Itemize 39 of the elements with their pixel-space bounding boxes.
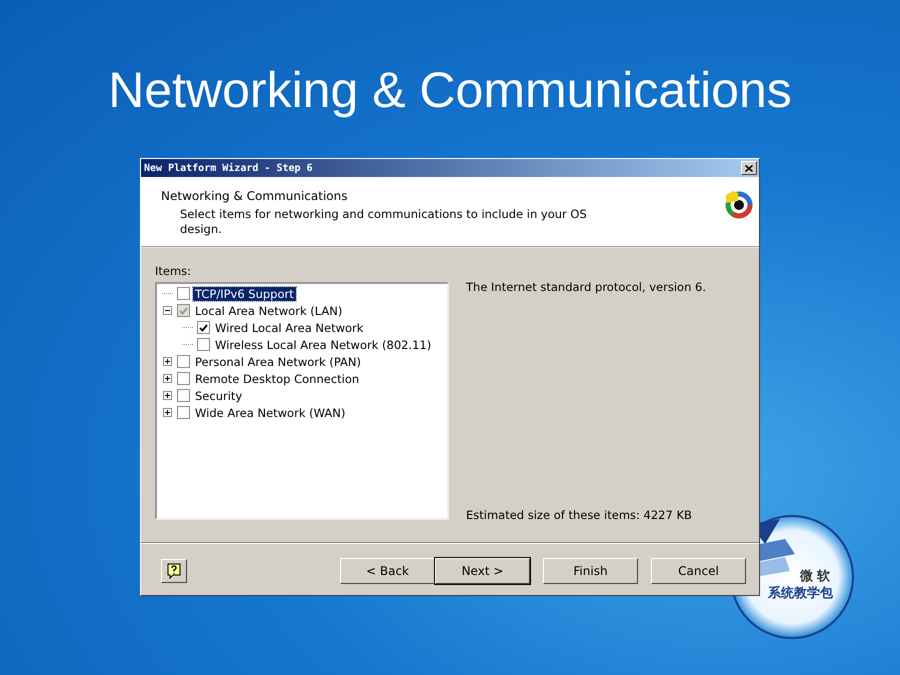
help-button[interactable] bbox=[161, 559, 187, 583]
logo-text: 微软 bbox=[800, 568, 834, 585]
back-button[interactable]: < Back bbox=[340, 558, 435, 584]
checkbox[interactable] bbox=[197, 338, 210, 351]
cancel-button[interactable]: Cancel bbox=[651, 558, 746, 584]
expand-icon[interactable] bbox=[163, 357, 172, 366]
tree-item[interactable]: Wired Local Area Network bbox=[213, 320, 366, 334]
checkbox[interactable] bbox=[177, 304, 190, 317]
finish-button[interactable]: Finish bbox=[543, 558, 638, 584]
expand-icon[interactable] bbox=[163, 408, 172, 417]
expand-icon[interactable] bbox=[163, 391, 172, 400]
close-icon bbox=[745, 164, 753, 172]
close-button[interactable] bbox=[741, 161, 757, 175]
slide-title: Networking & Communications bbox=[108, 61, 792, 120]
tree-item[interactable]: Wireless Local Area Network (802.11) bbox=[213, 338, 434, 352]
step-heading: Networking & Communications bbox=[161, 189, 348, 203]
checkbox[interactable] bbox=[177, 389, 190, 402]
window-title: New Platform Wizard - Step 6 bbox=[144, 162, 313, 174]
checkbox[interactable] bbox=[177, 287, 190, 300]
items-label: Items: bbox=[155, 264, 192, 278]
ring-icon bbox=[723, 189, 753, 219]
estimated-size: Estimated size of these items: 4227 KB bbox=[466, 508, 693, 522]
checkbox[interactable] bbox=[177, 406, 190, 419]
item-description: The Internet standard protocol, version 6. bbox=[466, 280, 707, 294]
tree-item[interactable]: Security bbox=[193, 388, 244, 402]
expand-icon[interactable] bbox=[163, 374, 172, 383]
checkbox[interactable] bbox=[177, 372, 190, 385]
help-icon bbox=[167, 563, 181, 579]
tree-item[interactable]: Remote Desktop Connection bbox=[193, 372, 362, 386]
tree-item[interactable]: TCP/IPv6 Support bbox=[193, 286, 296, 300]
checkbox[interactable] bbox=[197, 321, 210, 334]
logo-text: 系统教学包 bbox=[768, 584, 833, 602]
next-button[interactable]: Next > bbox=[435, 558, 530, 584]
tree-item[interactable]: Personal Area Network (PAN) bbox=[193, 354, 363, 368]
tree-item[interactable]: Local Area Network (LAN) bbox=[193, 304, 344, 318]
checkbox[interactable] bbox=[177, 355, 190, 368]
tree-item[interactable]: Wide Area Network (WAN) bbox=[193, 406, 348, 420]
collapse-icon[interactable] bbox=[163, 306, 172, 315]
step-description: Select items for networking and communications to include in your OS design. bbox=[180, 207, 588, 237]
